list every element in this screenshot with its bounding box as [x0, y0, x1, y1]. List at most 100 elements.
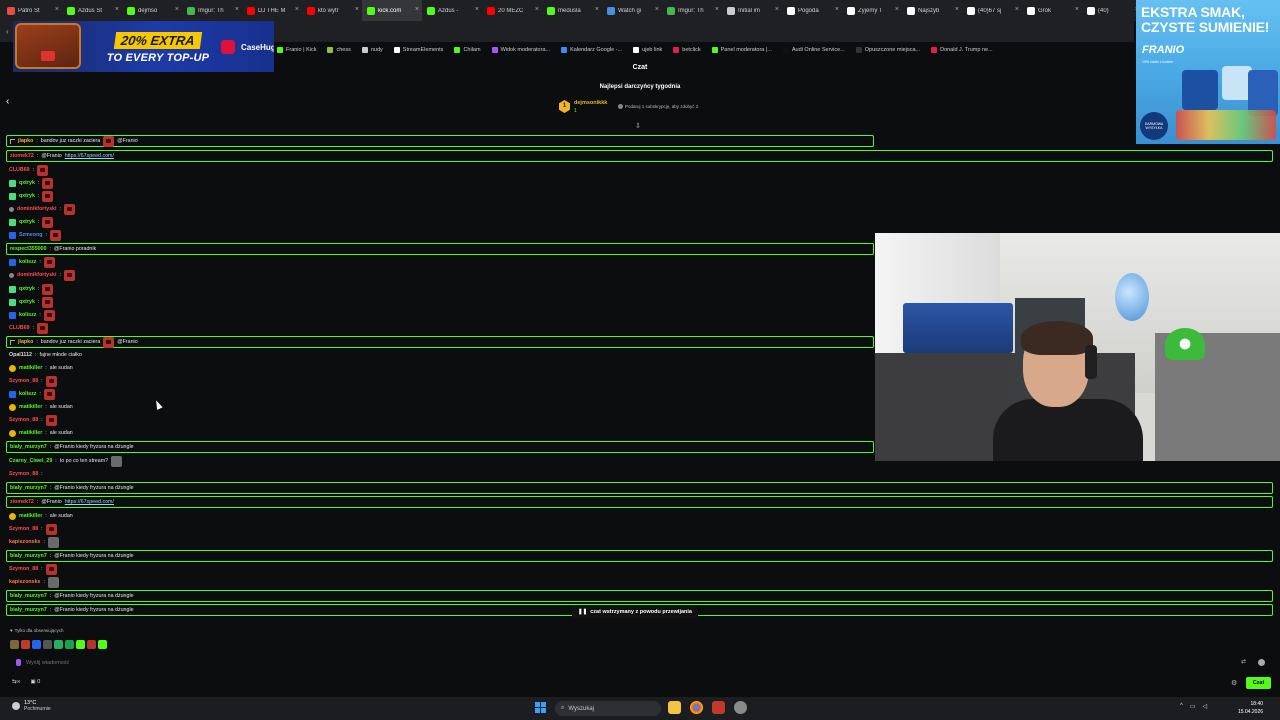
bookmark-item[interactable]: Audi Online Service...: [782, 47, 845, 53]
chat-link[interactable]: https://67speed.com/: [65, 499, 114, 505]
chat-username[interactable]: Szymon_88: [9, 566, 38, 572]
windows-start-icon[interactable]: [535, 702, 546, 713]
emote-button[interactable]: [10, 640, 19, 649]
chat-message[interactable]: qxtryk:: [6, 296, 54, 308]
bookmark-item[interactable]: Chilam: [454, 47, 481, 53]
emoji-icon[interactable]: [1258, 659, 1265, 666]
recorder-icon[interactable]: [712, 701, 725, 714]
browser-tab[interactable]: Azdus St ×: [62, 0, 122, 21]
bookmark-item[interactable]: Franio | Kick: [277, 47, 316, 53]
tab-close-icon[interactable]: ×: [1075, 6, 1079, 13]
chat-username[interactable]: kapiszonsks: [9, 539, 41, 545]
chat-username[interactable]: jlapko: [18, 339, 33, 345]
chat-message[interactable]: Szymon_88:: [6, 563, 57, 575]
chat-username[interactable]: ziomek72: [10, 153, 34, 159]
chat-message[interactable]: matikiller: ale sudan: [6, 401, 73, 413]
chat-username[interactable]: qxtryk: [19, 193, 35, 199]
tab-close-icon[interactable]: ×: [415, 6, 419, 13]
chat-username[interactable]: bialy_murzyn7: [10, 593, 47, 599]
chat-username[interactable]: bialy_murzyn7: [10, 607, 47, 613]
chat-username[interactable]: Opal1112: [9, 352, 32, 358]
chat-message[interactable]: bialy_murzyn7: @Franio kiedy fryzura na d…: [6, 550, 1273, 562]
settings-gear-icon[interactable]: ⚙: [1231, 679, 1237, 687]
chat-message[interactable]: qxtryk:: [6, 177, 54, 189]
collapse-chevron-icon[interactable]: ⇩: [635, 122, 641, 130]
chat-username[interactable]: Szymon_88: [9, 378, 38, 384]
chat-message[interactable]: kapiszonsks:: [6, 536, 59, 548]
chat-message[interactable]: CLUB69:: [6, 164, 49, 176]
tab-close-icon[interactable]: ×: [595, 6, 599, 13]
chat-message[interactable]: jlapko: bandov juz raczki zaciera @Franio: [6, 336, 874, 348]
chat-username[interactable]: matikiller: [19, 430, 42, 436]
tab-close-icon[interactable]: ×: [295, 6, 299, 13]
tab-close-icon[interactable]: ×: [715, 6, 719, 13]
settings-app-icon[interactable]: [734, 701, 747, 714]
chat-username[interactable]: CLUB69: [9, 167, 30, 173]
tab-close-icon[interactable]: ×: [175, 6, 179, 13]
chat-username[interactable]: dominikfortyski: [17, 206, 56, 212]
tab-close-icon[interactable]: ×: [55, 6, 59, 13]
chat-message[interactable]: bialy_murzyn7: @Franio kiedy fryzura na d…: [6, 482, 1273, 494]
browser-tab[interactable]: Najszyb ×: [902, 0, 962, 21]
browser-tab[interactable]: Grok ×: [1022, 0, 1082, 21]
tab-close-icon[interactable]: ×: [835, 6, 839, 13]
points-indicator[interactable]: ▣ 0: [31, 679, 41, 685]
tab-close-icon[interactable]: ×: [655, 6, 659, 13]
browser-tab[interactable]: Pogoda ×: [782, 0, 842, 21]
volume-icon[interactable]: ◁: [1203, 703, 1208, 710]
bookmark-item[interactable]: Kalendarz Google -...: [561, 47, 622, 53]
chat-message[interactable]: respect355000: @Franio poradnik: [6, 243, 874, 255]
chat-username[interactable]: qxtryk: [19, 219, 35, 225]
chat-message[interactable]: Szymon_88:: [6, 523, 57, 535]
chat-message[interactable]: koliszz:: [6, 309, 55, 321]
browser-tab[interactable]: (40)67 sj ×: [962, 0, 1022, 21]
chat-username[interactable]: koliszz: [19, 259, 36, 265]
browser-tab[interactable]: 20 MEZC ×: [482, 0, 542, 21]
chat-message[interactable]: Opal1112: fajne młode ciałko: [6, 349, 82, 361]
chrome-icon[interactable]: [690, 701, 703, 714]
tab-close-icon[interactable]: ×: [115, 6, 119, 13]
emote-button[interactable]: [21, 640, 30, 649]
chat-mention[interactable]: @Franio: [117, 138, 137, 144]
chat-message[interactable]: bialy_murzyn7: @Franio kiedy fryzura na d…: [6, 590, 1273, 602]
browser-tab[interactable]: kto wytr ×: [302, 0, 362, 21]
chat-username[interactable]: matikiller: [19, 513, 42, 519]
microphone-icon[interactable]: [16, 659, 21, 666]
chat-username[interactable]: jlapko: [18, 138, 33, 144]
file-explorer-icon[interactable]: [668, 701, 681, 714]
bookmark-item[interactable]: Donald J. Trump ne...: [931, 47, 993, 53]
chat-username[interactable]: kapiszonsks: [9, 579, 41, 585]
chat-message[interactable]: matikiller: ale sudan: [6, 510, 73, 522]
bookmark-item[interactable]: Widok moderatora...: [491, 47, 550, 53]
bookmark-item[interactable]: StreamElements: [393, 47, 443, 53]
bookmark-item[interactable]: Panel moderatora |...: [711, 47, 772, 53]
chat-back-chevron-icon[interactable]: ‹: [6, 96, 9, 107]
chat-message[interactable]: CLUB69:: [6, 322, 49, 334]
chat-username[interactable]: Szymon_88: [9, 417, 38, 423]
network-icon[interactable]: ▭: [1190, 703, 1196, 710]
top-gifter-entry[interactable]: 1 dejmsonikkk 1: [559, 100, 607, 114]
chat-message[interactable]: jlapko: bandov juz raczki zaciera @Franio: [6, 135, 874, 147]
emote-button[interactable]: [87, 640, 96, 649]
chat-message[interactable]: matikiller: ale sudan: [6, 427, 73, 439]
bookmark-item[interactable]: nudy: [361, 47, 383, 53]
browser-tab[interactable]: medusla ×: [542, 0, 602, 21]
tab-close-icon[interactable]: ×: [475, 6, 479, 13]
tab-close-icon[interactable]: ×: [775, 6, 779, 13]
taskbar-clock[interactable]: 18:40 15.04.2026: [1238, 700, 1263, 716]
chat-username[interactable]: Czarny_Ciwel_29: [9, 458, 52, 464]
chat-message[interactable]: Szymon_88:: [6, 414, 57, 426]
tab-close-icon[interactable]: ×: [235, 6, 239, 13]
chat-username[interactable]: dominikfortyski: [17, 272, 56, 278]
chat-username[interactable]: bialy_murzyn7: [10, 553, 47, 559]
chat-message[interactable]: Czarny_Ciwel_29: to po co ten stream?: [6, 455, 123, 467]
bookmark-item[interactable]: betclick: [673, 47, 701, 53]
chat-username[interactable]: Szymon_88: [9, 526, 38, 532]
tab-close-icon[interactable]: ×: [955, 6, 959, 13]
tab-close-icon[interactable]: ×: [895, 6, 899, 13]
chat-message[interactable]: kapiszonsks:: [6, 576, 59, 588]
chat-username[interactable]: qxtryk: [19, 180, 35, 186]
chat-username[interactable]: qxtryk: [19, 299, 35, 305]
franio-ad-banner[interactable]: EKSTRA SMAK, CZYSTE SUMIENIE! FRANIO 10%…: [1136, 0, 1280, 144]
tab-close-icon[interactable]: ×: [535, 6, 539, 13]
